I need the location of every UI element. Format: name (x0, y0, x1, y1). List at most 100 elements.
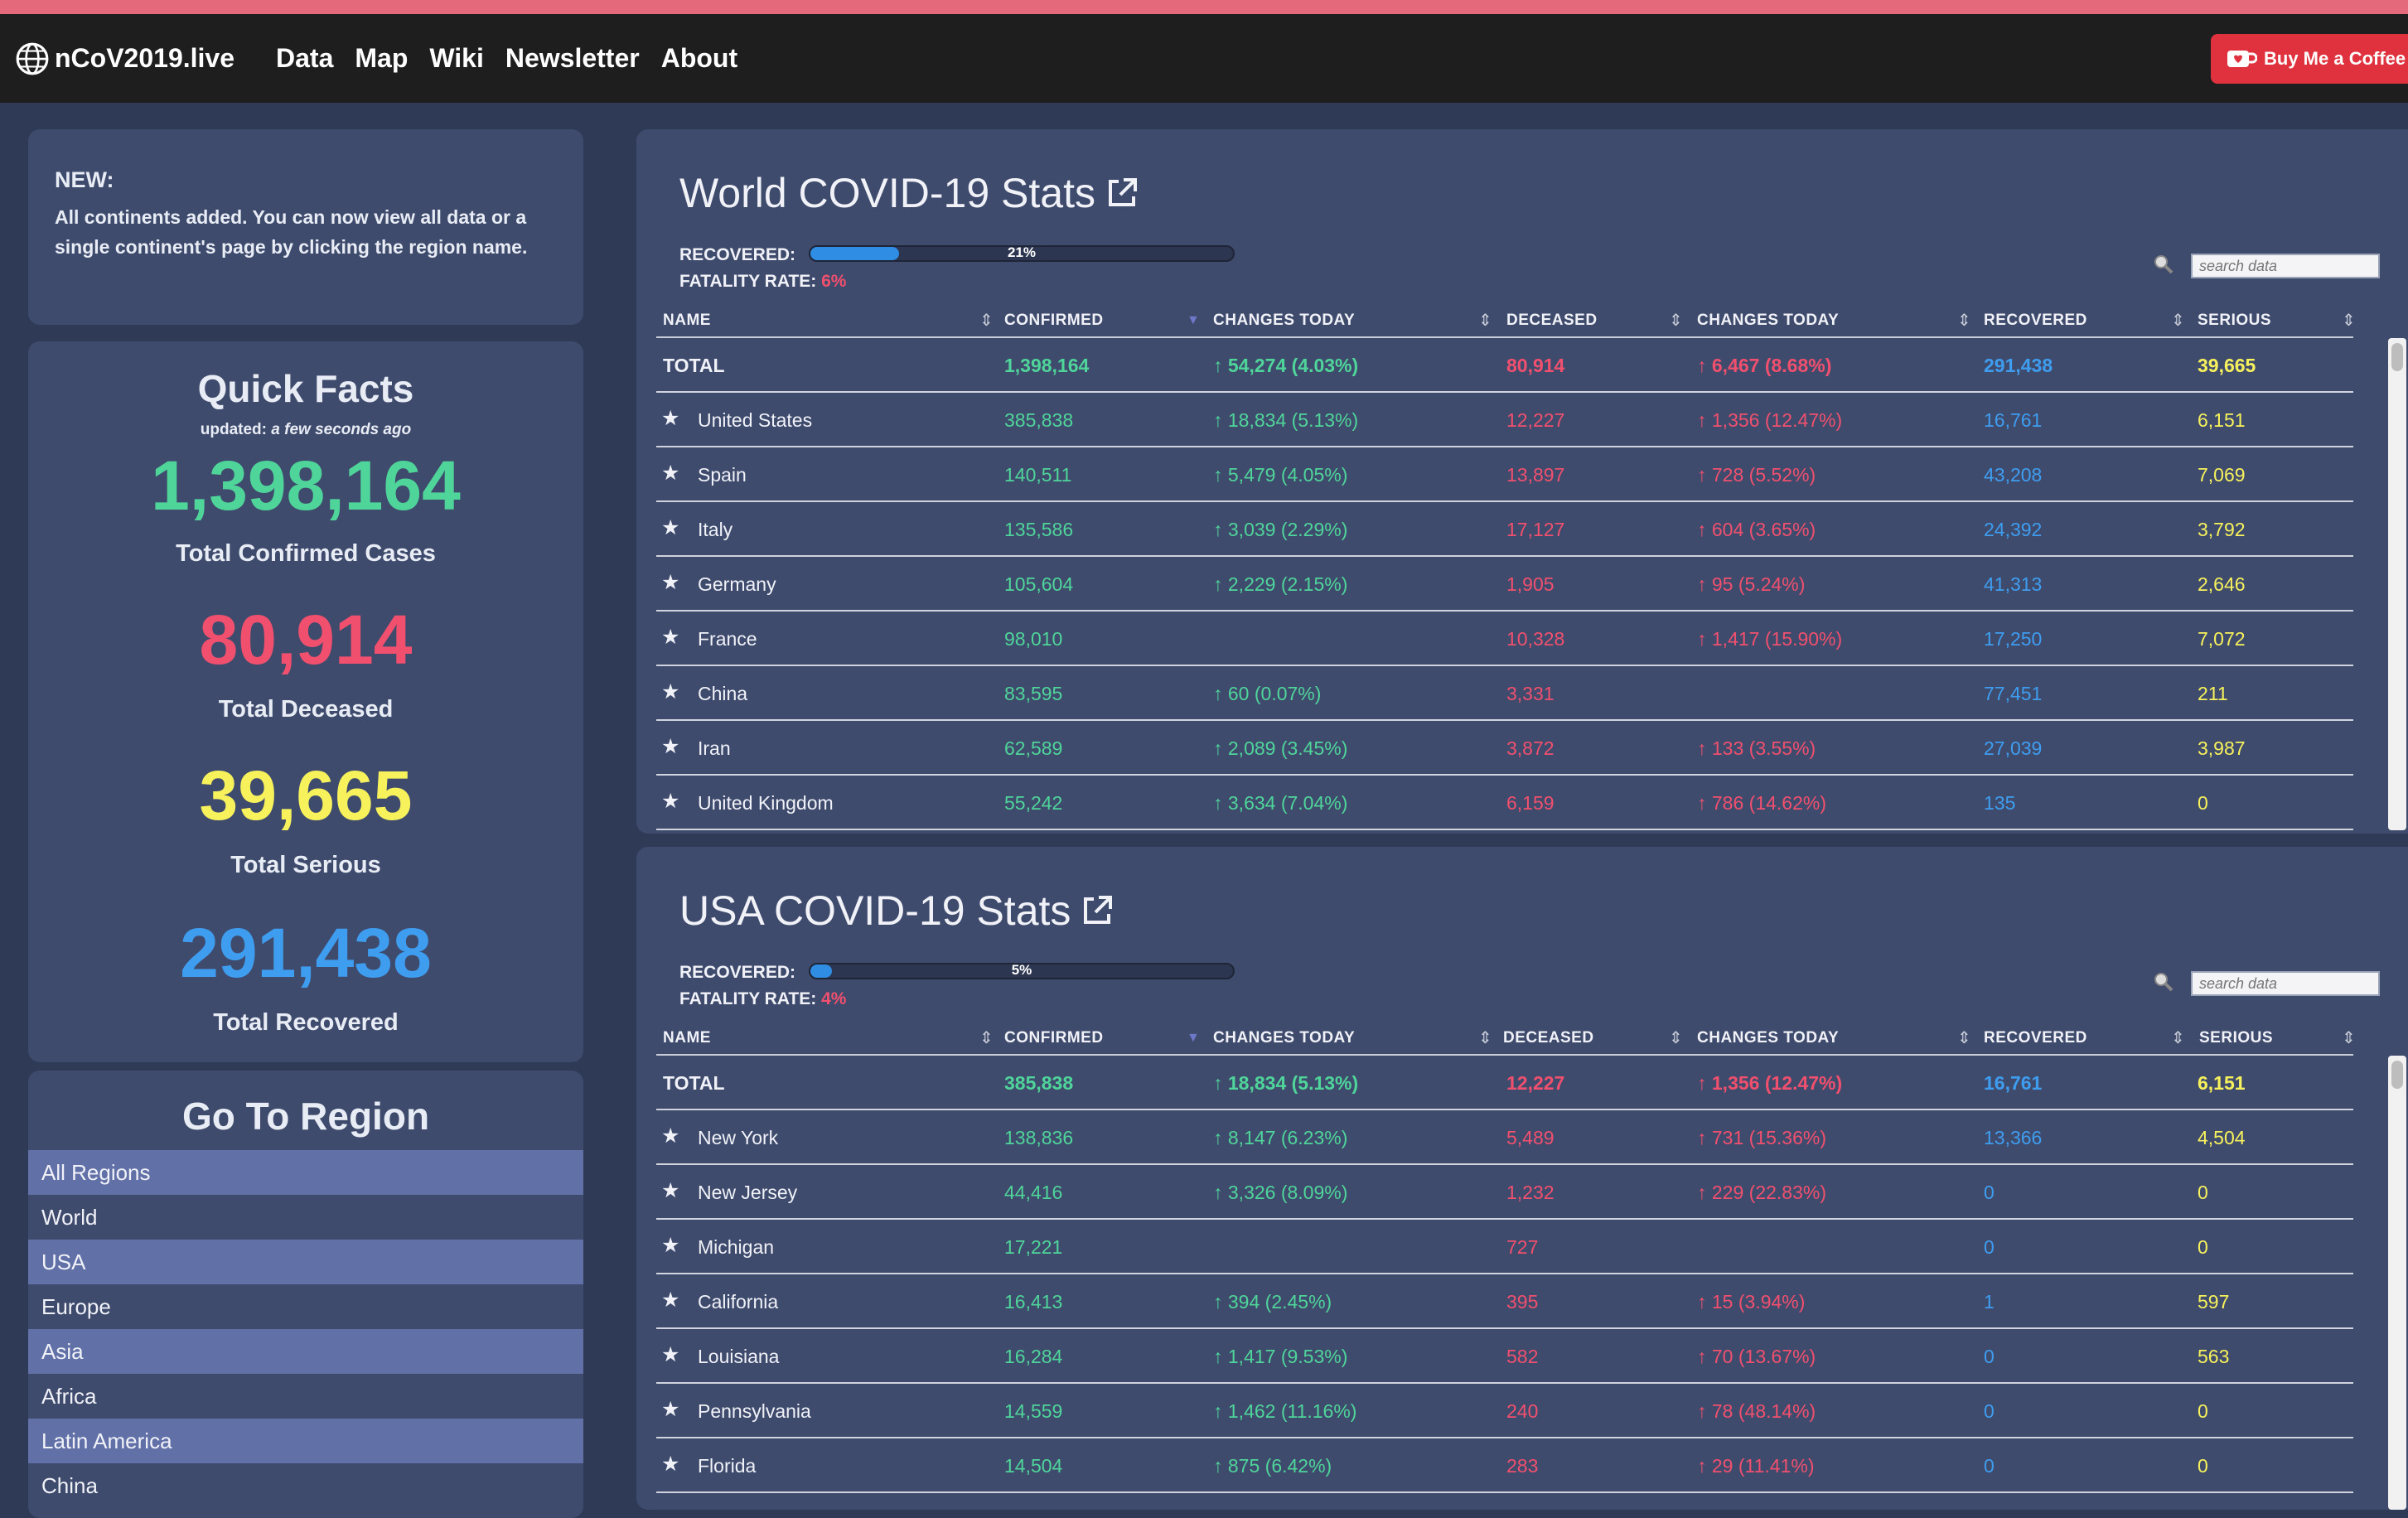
table-total-row[interactable]: TOTAL 385,838 ↑ 18,834 (5.13%) 12,227 ↑ 1,35… (656, 1056, 2353, 1110)
cell-deceased: 3,872 (1506, 737, 1555, 759)
col-header-serious[interactable]: SERIOUS (2199, 1029, 2273, 1047)
col-header-changes-today[interactable]: CHANGES TODAY (1213, 1029, 1355, 1047)
star-icon[interactable]: ★ (661, 734, 679, 759)
table-row[interactable]: ★ United Kingdom 55,242 ↑ 3,634 (7.04%) 6,15… (656, 776, 2353, 830)
sort-icon[interactable]: ⇕ (1478, 1027, 1492, 1048)
col-header-recovered[interactable]: RECOVERED (1984, 1029, 2087, 1047)
sort-icon[interactable]: ⇕ (1669, 1027, 1683, 1048)
region-item-usa[interactable]: USA (28, 1240, 583, 1284)
world-search-input[interactable] (2191, 254, 2380, 278)
table-row[interactable]: ★ China 83,595 ↑ 60 (0.07%) 3,331 77,451 211 (656, 666, 2353, 721)
sort-icon[interactable]: ⇕ (2171, 1027, 2185, 1048)
nav-link-about[interactable]: About (661, 43, 737, 74)
col-header-confirmed[interactable]: CONFIRMED (1004, 1029, 1104, 1047)
cell-dec-change: ↑ 6,467 (8.68%) (1697, 355, 1832, 376)
star-icon[interactable]: ★ (661, 789, 679, 814)
star-icon[interactable]: ★ (661, 1288, 679, 1313)
nav-link-newsletter[interactable]: Newsletter (505, 43, 640, 74)
star-icon[interactable]: ★ (661, 1178, 679, 1203)
col-header-changes-today-deaths[interactable]: CHANGES TODAY (1697, 1029, 1839, 1047)
table-row[interactable]: ★ Louisiana 16,284 ↑ 1,417 (9.53%) 582 ↑ 70 (… (656, 1329, 2353, 1384)
brand-link[interactable]: nCoV2019.live (15, 41, 254, 76)
star-icon[interactable]: ★ (661, 406, 679, 431)
cell-confirmed: 14,559 (1004, 1400, 1063, 1422)
sort-icon[interactable]: ⇕ (979, 310, 994, 331)
star-icon[interactable]: ★ (661, 515, 679, 540)
cell-serious: 3,792 (2198, 519, 2246, 540)
sort-icon[interactable]: ⇕ (1669, 310, 1683, 331)
usa-fatality-rate: FATALITY RATE: 4% (679, 989, 846, 1009)
cell-recovered: 41,313 (1984, 573, 2043, 595)
table-row[interactable]: ★ Florida 14,504 ↑ 875 (6.42%) 283 ↑ 29 (11.4… (656, 1438, 2353, 1493)
col-header-deceased[interactable]: DECEASED (1506, 312, 1598, 330)
sort-icon[interactable]: ⇕ (1957, 1027, 1971, 1048)
col-header-confirmed[interactable]: CONFIRMED (1004, 312, 1104, 330)
col-header-serious[interactable]: SERIOUS (2198, 312, 2271, 330)
region-item-europe[interactable]: Europe (28, 1284, 583, 1329)
star-icon[interactable]: ★ (661, 1397, 679, 1422)
world-scroll-thumb[interactable] (2391, 343, 2403, 371)
sort-icon[interactable]: ⇕ (2171, 310, 2185, 331)
region-item-latin-america[interactable]: Latin America (28, 1419, 583, 1463)
nav-link-map[interactable]: Map (355, 43, 408, 74)
sort-icon[interactable]: ⇕ (2342, 1027, 2356, 1048)
star-icon[interactable]: ★ (661, 625, 679, 650)
sort-desc-icon[interactable]: ▼ (1187, 1031, 1200, 1046)
table-row[interactable]: ★ Spain 140,511 ↑ 5,479 (4.05%) 13,897 ↑ 728 … (656, 447, 2353, 502)
region-item-world[interactable]: World (28, 1195, 583, 1240)
buy-me-a-coffee-button[interactable]: Buy Me a Coffee (2211, 34, 2408, 84)
table-row[interactable]: ★ France 98,010 10,328 ↑ 1,417 (15.90%) 17,25… (656, 612, 2353, 666)
col-header-name[interactable]: NAME (663, 1029, 711, 1047)
world-table-scrollbar[interactable] (2388, 338, 2406, 830)
table-row[interactable]: ★ California 16,413 ↑ 394 (2.45%) 395 ↑ 15 (3… (656, 1274, 2353, 1329)
table-row[interactable]: ★ Italy 135,586 ↑ 3,039 (2.29%) 17,127 ↑ 604 … (656, 502, 2353, 557)
table-row[interactable]: ★ United States 385,838 ↑ 18,834 (5.13%) 12,… (656, 393, 2353, 447)
cell-recovered: 0 (1984, 1346, 1995, 1367)
star-icon[interactable]: ★ (661, 1233, 679, 1258)
usa-scroll-thumb[interactable] (2391, 1061, 2403, 1089)
top-accent-stripe (0, 0, 2408, 14)
star-icon[interactable]: ★ (661, 570, 679, 595)
usa-stats-title[interactable]: USA COVID-19 Stats (679, 887, 1115, 935)
star-icon[interactable]: ★ (661, 461, 679, 486)
cell-deceased: 6,159 (1506, 792, 1555, 814)
usa-search-input[interactable] (2191, 971, 2380, 996)
total-deceased-value: 80,914 (199, 601, 413, 679)
sort-desc-icon[interactable]: ▼ (1187, 313, 1200, 328)
cell-dec-change: ↑ 78 (48.14%) (1697, 1400, 1816, 1422)
col-header-name[interactable]: NAME (663, 312, 711, 330)
table-row[interactable]: ★ New York 138,836 ↑ 8,147 (6.23%) 5,489 ↑ 73… (656, 1110, 2353, 1165)
sort-icon[interactable]: ⇕ (1957, 310, 1971, 331)
sort-icon[interactable]: ⇕ (1478, 310, 1492, 331)
cell-serious: 3,987 (2198, 737, 2246, 759)
region-item-africa[interactable]: Africa (28, 1374, 583, 1419)
region-item-china[interactable]: China (28, 1463, 583, 1508)
star-icon[interactable]: ★ (661, 1124, 679, 1148)
cell-recovered: 0 (1984, 1236, 1995, 1258)
table-row[interactable]: ★ Iran 62,589 ↑ 2,089 (3.45%) 3,872 ↑ 133 (3.… (656, 721, 2353, 776)
col-header-changes-today-deaths[interactable]: CHANGES TODAY (1697, 312, 1839, 330)
region-item-asia[interactable]: Asia (28, 1329, 583, 1374)
star-icon[interactable]: ★ (661, 679, 679, 704)
sort-icon[interactable]: ⇕ (979, 1027, 994, 1048)
sort-icon[interactable]: ⇕ (2342, 310, 2356, 331)
world-stats-title[interactable]: World COVID-19 Stats (679, 169, 1140, 217)
table-row[interactable]: ★ Michigan 17,221 727 0 0 (656, 1220, 2353, 1274)
star-icon[interactable]: ★ (661, 1342, 679, 1367)
usa-table-scrollbar[interactable] (2388, 1056, 2406, 1510)
cell-confirmed: 83,595 (1004, 683, 1063, 704)
star-icon[interactable]: ★ (661, 1452, 679, 1477)
nav-link-data[interactable]: Data (276, 43, 333, 74)
nav-link-wiki[interactable]: Wiki (429, 43, 484, 74)
table-total-row[interactable]: TOTAL 1,398,164 ↑ 54,274 (4.03%) 80,914 ↑ 6,… (656, 338, 2353, 393)
external-link-icon[interactable] (1104, 175, 1140, 211)
external-link-icon[interactable] (1079, 892, 1115, 929)
globe-icon (16, 42, 49, 75)
col-header-recovered[interactable]: RECOVERED (1984, 312, 2087, 330)
region-item-all-regions[interactable]: All Regions (28, 1150, 583, 1195)
table-row[interactable]: ★ New Jersey 44,416 ↑ 3,326 (8.09%) 1,232 ↑ 2… (656, 1165, 2353, 1220)
col-header-deceased[interactable]: DECEASED (1503, 1029, 1594, 1047)
table-row[interactable]: ★ Germany 105,604 ↑ 2,229 (2.15%) 1,905 ↑ 95 … (656, 557, 2353, 612)
table-row[interactable]: ★ Pennsylvania 14,559 ↑ 1,462 (11.16%) 240 ↑ … (656, 1384, 2353, 1438)
col-header-changes-today[interactable]: CHANGES TODAY (1213, 312, 1355, 330)
